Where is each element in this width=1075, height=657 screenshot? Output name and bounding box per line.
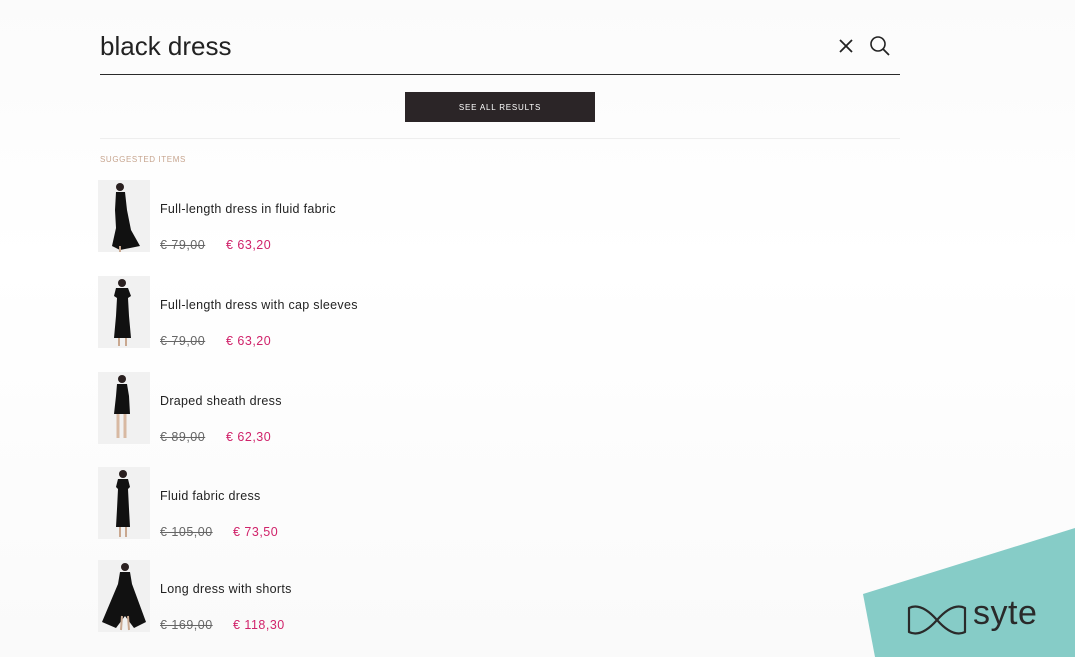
search-input[interactable] xyxy=(100,28,800,64)
product-name: Full-length dress with cap sleeves xyxy=(160,298,358,312)
product-name: Long dress with shorts xyxy=(160,582,292,596)
search-icon[interactable] xyxy=(868,34,892,58)
product-old-price: € 169,00 xyxy=(160,618,213,632)
product-name: Full-length dress in fluid fabric xyxy=(160,202,336,216)
product-name: Fluid fabric dress xyxy=(160,489,261,503)
product-image xyxy=(98,276,150,348)
search-bar xyxy=(100,20,900,75)
product-old-price: € 105,00 xyxy=(160,525,213,539)
product-item[interactable]: Draped sheath dress € 89,00 € 62,30 xyxy=(98,372,518,452)
product-old-price: € 79,00 xyxy=(160,238,206,252)
section-label: SUGGESTED ITEMS xyxy=(100,155,186,164)
product-old-price: € 79,00 xyxy=(160,334,206,348)
product-name: Draped sheath dress xyxy=(160,394,282,408)
product-item[interactable]: Full-length dress in fluid fabric € 79,0… xyxy=(98,180,518,260)
product-image xyxy=(98,180,150,252)
product-item[interactable]: Full-length dress with cap sleeves € 79,… xyxy=(98,276,518,356)
product-sale-price: € 63,20 xyxy=(226,334,272,348)
product-sale-price: € 62,30 xyxy=(226,430,272,444)
product-image xyxy=(98,467,150,539)
close-icon[interactable] xyxy=(836,36,856,56)
product-sale-price: € 73,50 xyxy=(233,525,279,539)
divider xyxy=(100,138,900,139)
brand-badge: syte xyxy=(863,528,1075,657)
product-item[interactable]: Long dress with shorts € 169,00 € 118,30 xyxy=(98,560,518,640)
product-old-price: € 89,00 xyxy=(160,430,206,444)
product-item[interactable]: Fluid fabric dress € 105,00 € 73,50 xyxy=(98,467,518,547)
product-image xyxy=(98,372,150,444)
product-sale-price: € 63,20 xyxy=(226,238,272,252)
product-sale-price: € 118,30 xyxy=(233,618,285,632)
brand-name: syte xyxy=(973,594,1038,632)
product-image xyxy=(98,560,150,632)
see-all-results-button[interactable]: SEE ALL RESULTS xyxy=(405,92,595,122)
brand-logo-icon xyxy=(905,600,969,640)
